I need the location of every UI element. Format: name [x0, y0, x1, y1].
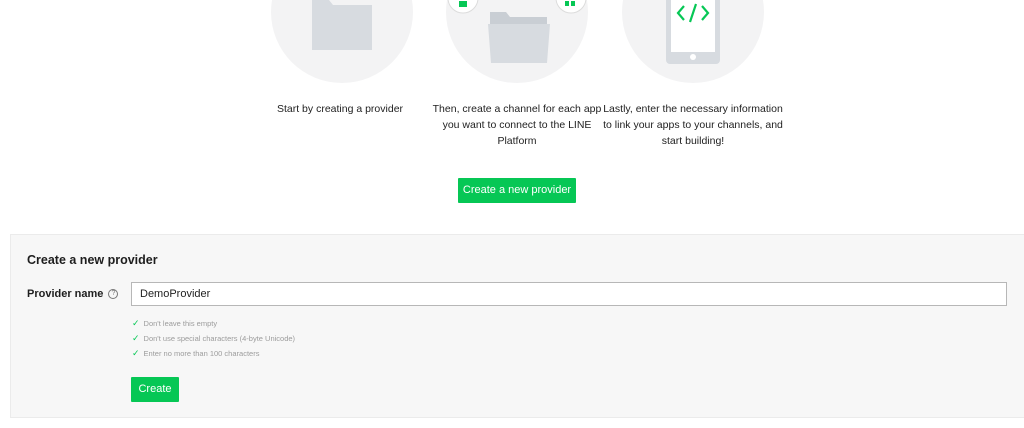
- rule-text: Enter no more than 100 characters: [143, 349, 260, 358]
- step-3-description: Lastly, enter the necessary information …: [603, 103, 783, 147]
- check-icon: ✓: [132, 348, 140, 358]
- provider-name-input[interactable]: DemoProvider: [131, 282, 1007, 306]
- rule-text: Don't leave this empty: [143, 319, 218, 328]
- check-icon: ✓: [132, 333, 140, 343]
- phone-code-icon: [666, 0, 720, 64]
- create-provider-panel: Create a new provider Provider name ? De…: [10, 234, 1024, 418]
- validation-rule: ✓ Enter no more than 100 characters: [132, 346, 295, 361]
- step-3-illustration: [622, 0, 764, 83]
- validation-rule: ✓ Don't leave this empty: [132, 316, 295, 331]
- rule-text: Don't use special characters (4-byte Uni…: [143, 334, 296, 343]
- validation-rules: ✓ Don't leave this empty ✓ Don't use spe…: [132, 316, 295, 361]
- open-folder-icon: [447, 0, 587, 63]
- step-1-description: Start by creating a provider: [276, 103, 404, 115]
- provider-name-label-text: Provider name: [27, 288, 104, 300]
- check-icon: ✓: [132, 318, 140, 328]
- create-button[interactable]: Create: [131, 377, 179, 402]
- step-1-illustration: [271, 0, 413, 83]
- folder-icon: [312, 0, 372, 50]
- step-2-illustration: [446, 0, 588, 83]
- panel-title: Create a new provider: [27, 253, 158, 267]
- create-new-provider-button[interactable]: Create a new provider: [458, 178, 576, 203]
- step-2-description: Then, create a channel for each app you …: [432, 103, 602, 147]
- provider-name-label: Provider name ?: [27, 288, 119, 300]
- help-icon[interactable]: ?: [108, 289, 119, 299]
- validation-rule: ✓ Don't use special characters (4-byte U…: [132, 331, 295, 346]
